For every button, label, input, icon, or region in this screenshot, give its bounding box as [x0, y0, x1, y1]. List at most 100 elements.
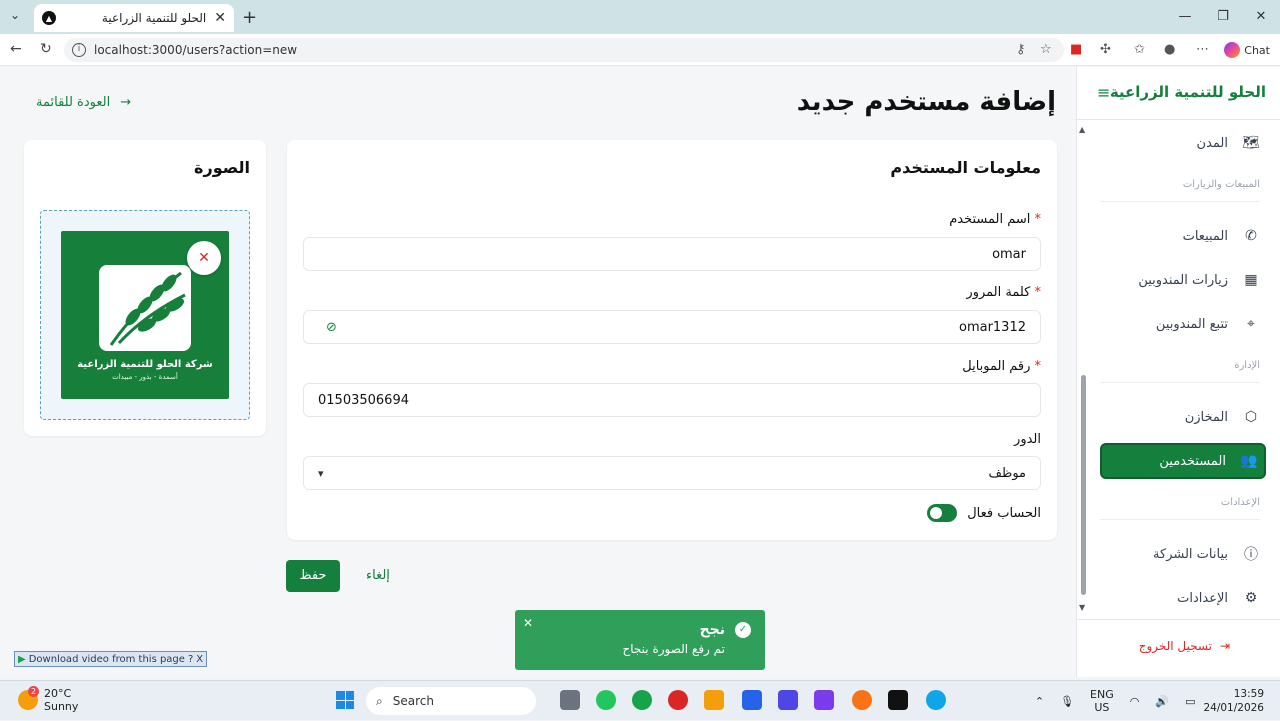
microphone-icon[interactable]: 🎙 — [1060, 695, 1074, 708]
windows-start-icon[interactable] — [336, 691, 354, 709]
mobile-field[interactable]: 01503506694 — [303, 383, 1041, 417]
check-circle-icon: ✓ — [735, 622, 751, 638]
help-icon[interactable]: ? — [188, 654, 193, 665]
remove-image-button[interactable]: ✕ — [187, 241, 221, 275]
map-icon: 🗺 — [1242, 135, 1260, 151]
tray-overflow-icon[interactable]: ⌃ — [1035, 695, 1044, 708]
page-title: إضافة مستخدم جديد — [796, 87, 1056, 117]
battery-icon[interactable]: ▭ — [1185, 695, 1195, 708]
site-info-icon[interactable]: i — [72, 43, 86, 57]
logo-wheat-emblem — [99, 265, 191, 351]
form-title: معلومات المستخدم — [890, 158, 1041, 177]
system-tray: ⌃ 🎙 ENG US ◠ 🔊 ▭ 13:59 24/01/2026 — [1027, 681, 1280, 721]
info-icon: ⓘ — [1244, 547, 1258, 563]
logout-button[interactable]: تسجيل الخروج ⇥ — [1139, 639, 1230, 653]
toast-message: تم رفع الصورة بنجاح — [622, 642, 725, 656]
taskbar-search[interactable]: ⌕ Search — [366, 687, 536, 715]
reload-icon[interactable]: ↻ — [40, 41, 52, 57]
tab-close-icon[interactable]: ✕ — [214, 10, 226, 26]
app-blue-icon[interactable] — [778, 690, 798, 710]
section-divider — [1100, 519, 1260, 520]
window-controls: — ❐ ✕ — [1166, 0, 1280, 34]
image-card: الصورة شركة الحلو للتنمية الزراعية أسمدة… — [24, 140, 266, 436]
more-menu-icon[interactable]: ⋯ — [1196, 42, 1209, 57]
sidebar-item-settings[interactable]: الإعدادات ⚙ — [1090, 580, 1266, 616]
section-sales-visits: المبيعات والزيارات — [1182, 179, 1260, 190]
file-explorer-icon[interactable] — [560, 690, 580, 710]
eye-slash-icon[interactable]: ⊘ — [326, 320, 337, 335]
password-label: كلمة المرور * — [966, 285, 1041, 300]
search-icon: ⌕ — [376, 693, 383, 708]
image-dropzone[interactable]: شركة الحلو للتنمية الزراعية أسمدة - بذور… — [40, 210, 250, 420]
weather-widget[interactable]: 2 20°C Sunny — [18, 686, 78, 713]
volume-icon[interactable]: 🔊 — [1155, 695, 1169, 708]
edge-icon[interactable] — [926, 690, 946, 710]
sidebar-item-users[interactable]: المستخدمين 👥 — [1100, 443, 1266, 479]
language-indicator[interactable]: ENG US — [1090, 688, 1114, 714]
sidebar-scrollbar[interactable]: ▲ ▼ — [1079, 125, 1087, 612]
new-tab-icon[interactable]: + — [242, 7, 257, 28]
sidebar-item-rep-tracking[interactable]: تتبع المندوبين ⌖ — [1090, 306, 1266, 342]
url-field[interactable]: i localhost:3000/users?action=new — [64, 38, 1064, 62]
scroll-up-icon[interactable]: ▲ — [1079, 125, 1085, 134]
username-field[interactable]: omar — [303, 237, 1041, 271]
role-select[interactable]: ▾ موظف — [303, 456, 1041, 490]
terminal-icon[interactable] — [888, 690, 908, 710]
sun-icon: 2 — [18, 686, 39, 710]
section-admin: الإدارة — [1234, 360, 1260, 371]
profile-icon[interactable]: ● — [1164, 42, 1175, 57]
whatsapp-web-icon[interactable] — [632, 690, 652, 710]
visual-studio-icon[interactable] — [814, 690, 834, 710]
wifi-icon[interactable]: ◠ — [1130, 695, 1140, 708]
clock[interactable]: 13:59 24/01/2026 — [1203, 687, 1264, 715]
mobile-label: رقم الموبايل * — [962, 359, 1041, 374]
favorites-icon[interactable]: ✩ — [1134, 42, 1145, 57]
scroll-down-icon[interactable]: ▼ — [1079, 603, 1085, 612]
sidebar-item-sales[interactable]: المبيعات ✆ — [1090, 218, 1266, 254]
username-label: اسم المستخدم * — [949, 212, 1041, 227]
wheat-icon — [109, 271, 186, 346]
active-account-toggle[interactable] — [927, 504, 957, 522]
scrollbar-thumb[interactable] — [1081, 375, 1086, 595]
vscode-icon[interactable] — [742, 690, 762, 710]
close-icon[interactable]: X — [196, 654, 203, 665]
windows-taskbar: 2 20°C Sunny ⌕ Search ⌃ 🎙 ENG US ◠ 🔊 ▭ 13… — [0, 680, 1280, 720]
tab-title: الحلو للتنمية الزراعية — [101, 11, 207, 25]
firefox-icon[interactable] — [852, 690, 872, 710]
app-red-icon[interactable] — [668, 690, 688, 710]
back-arrow-icon[interactable]: ← — [10, 41, 22, 57]
save-button[interactable]: حفظ — [286, 560, 340, 592]
sidebar-item-company-info[interactable]: بيانات الشركة ⓘ — [1090, 536, 1266, 572]
cancel-button[interactable]: إلغاء — [366, 568, 390, 583]
sidebar-item-cities[interactable]: المدن 🗺 — [1090, 125, 1266, 161]
key-icon[interactable]: ⚷ — [1016, 42, 1026, 57]
tab-list-chevron-icon[interactable]: ⌄ — [10, 8, 20, 22]
browser-tab[interactable]: ▲ الحلو للتنمية الزراعية ✕ — [34, 4, 234, 32]
image-card-title: الصورة — [194, 158, 250, 177]
extension-icon[interactable]: ■ — [1070, 42, 1082, 57]
copilot-icon — [1224, 42, 1241, 58]
download-video-bar[interactable]: ▶ Download video from this page ? X — [14, 651, 208, 667]
back-to-list-link[interactable]: العودة للقائمة → — [36, 95, 131, 110]
extensions-puzzle-icon[interactable]: ✣ — [1100, 42, 1111, 57]
toast-close-icon[interactable]: ✕ — [523, 616, 533, 630]
brand-title: الحلو للتنمية الزراعية — [1109, 83, 1266, 101]
folder-icon[interactable] — [704, 690, 724, 710]
address-bar-row: ← ↻ i localhost:3000/users?action=new ⚷ … — [0, 34, 1280, 66]
logo-company-name: شركة الحلو للتنمية الزراعية — [77, 359, 213, 370]
copilot-chat-button[interactable]: Chat — [1224, 42, 1270, 58]
whatsapp-icon[interactable] — [596, 690, 616, 710]
calendar-icon: ▦ — [1244, 272, 1258, 288]
sidebar-item-rep-visits[interactable]: زيارات المندوبين ▦ — [1090, 262, 1266, 298]
active-account-label: الحساب فعال — [967, 506, 1041, 521]
logo-tagline: أسمدة - بذور - مبيدات — [112, 373, 178, 381]
box-icon: ⬡ — [1244, 409, 1258, 425]
close-window-icon[interactable]: ✕ — [1242, 0, 1280, 34]
favorite-star-icon[interactable]: ☆ — [1040, 42, 1052, 57]
sidebar-item-warehouses[interactable]: المخازن ⬡ — [1090, 399, 1266, 435]
menu-toggle-icon[interactable]: ≡ — [1097, 83, 1110, 102]
password-field[interactable]: ⊘ omar1312 — [303, 310, 1041, 344]
maximize-icon[interactable]: ❐ — [1204, 0, 1242, 34]
role-label: الدور — [1014, 432, 1041, 447]
minimize-icon[interactable]: — — [1166, 0, 1204, 34]
